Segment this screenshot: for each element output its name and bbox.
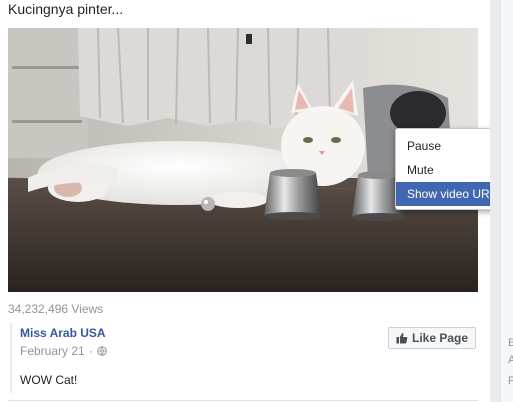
sidebar-letter: F [508,375,513,387]
globe-icon [96,346,107,356]
thumbs-up-icon [396,332,408,344]
post-date[interactable]: February 21 [20,344,85,358]
sidebar-letter: E [508,337,513,349]
post-text: Kucingnya pinter... [8,1,124,17]
like-page-label: Like Page [411,331,469,345]
post-caption: WOW Cat! [20,373,78,387]
like-page-button[interactable]: Like Page [388,327,476,349]
page-name-link[interactable]: Miss Arab USA [20,326,106,340]
view-count: 34,232,496 Views [8,302,104,316]
sidebar-letter: A [508,354,513,366]
post-meta: February 21 · [20,344,107,358]
facebook-post-page: Kucingnya pinter... Pause Mute Show vide… [0,0,513,402]
meta-separator: · [88,344,93,358]
post-divider [8,400,478,401]
